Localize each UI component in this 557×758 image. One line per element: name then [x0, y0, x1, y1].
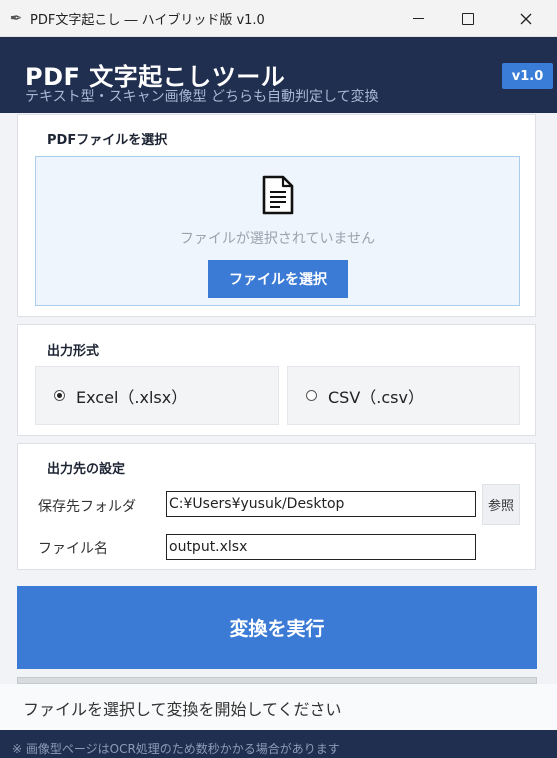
- status-area: ファイルを選択して変換を開始してください: [0, 684, 557, 730]
- excel-option[interactable]: Excel（.xlsx）: [35, 366, 279, 425]
- convert-button[interactable]: 変換を実行: [17, 586, 537, 669]
- output-format-card: 出力形式 Excel（.xlsx） CSV（.csv）: [17, 324, 536, 436]
- close-icon: [520, 13, 532, 24]
- file-drop-zone[interactable]: ファイルが選択されていません ファイルを選択: [35, 156, 520, 306]
- version-badge: v1.0: [502, 63, 553, 89]
- select-file-button[interactable]: ファイルを選択: [208, 260, 348, 298]
- no-file-text: ファイルが選択されていません: [179, 231, 376, 247]
- footer-note: ※ 画像型ページはOCR処理のため数秒かかる場合があります: [12, 742, 340, 756]
- document-icon: [262, 175, 294, 215]
- minimize-button[interactable]: [395, 0, 441, 37]
- app-header: PDF 文字起こしツール テキスト型・スキャン画像型 どちらも自動判定して変換 …: [0, 37, 557, 113]
- csv-option[interactable]: CSV（.csv）: [287, 366, 520, 425]
- folder-label: 保存先フォルダ: [38, 499, 136, 515]
- title-bar: ✒ PDF文字起こし ― ハイブリッド版 v1.0: [0, 0, 557, 37]
- minimize-icon: [412, 18, 424, 19]
- filename-label: ファイル名: [38, 541, 108, 557]
- file-select-card: PDFファイルを選択 ファイルが選択されていません ファイルを選択: [17, 114, 536, 317]
- maximize-icon: [462, 12, 474, 25]
- browse-button[interactable]: 参照: [482, 484, 520, 525]
- footer: ※ 画像型ページはOCR処理のため数秒かかる場合があります: [0, 730, 557, 758]
- filename-input[interactable]: [166, 534, 476, 560]
- window-title: PDF文字起こし ― ハイブリッド版 v1.0: [30, 12, 265, 28]
- excel-option-label: Excel（.xlsx）: [76, 387, 188, 407]
- maximize-button[interactable]: [445, 0, 491, 37]
- feather-icon: ✒: [9, 9, 23, 27]
- excel-radio[interactable]: [54, 390, 65, 401]
- format-section-label: 出力形式: [47, 344, 100, 359]
- csv-option-label: CSV（.csv）: [328, 387, 424, 407]
- folder-input[interactable]: [166, 491, 476, 517]
- output-section-label: 出力先の設定: [47, 462, 126, 477]
- close-button[interactable]: [503, 0, 549, 37]
- file-section-label: PDFファイルを選択: [47, 133, 168, 148]
- status-text: ファイルを選択して変換を開始してください: [23, 700, 342, 719]
- app-subtitle: テキスト型・スキャン画像型 どちらも自動判定して変換: [25, 89, 379, 105]
- csv-radio[interactable]: [306, 390, 317, 401]
- progress-bar: [17, 677, 537, 684]
- output-settings-card: 出力先の設定 保存先フォルダ 参照 ファイル名: [17, 443, 536, 570]
